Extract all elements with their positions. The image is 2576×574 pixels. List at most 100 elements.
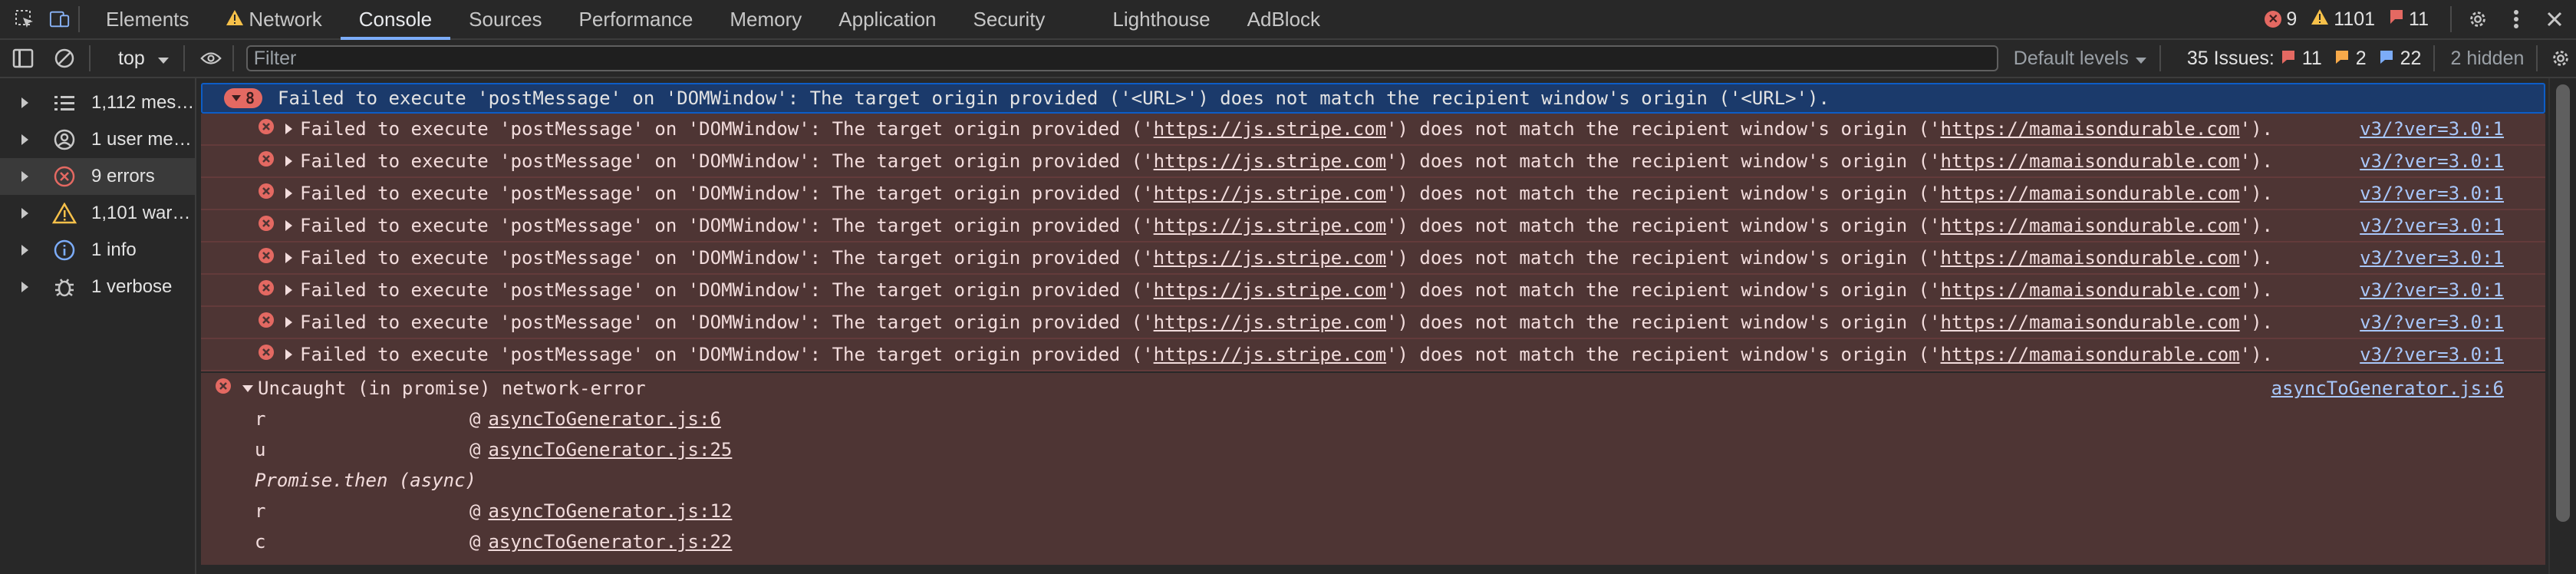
stack-function: u [255, 439, 266, 460]
console-sidebar: 1,112 mes… 1 user me… 9 errors 1,101 war… [0, 78, 196, 574]
expand-arrow-icon[interactable] [21, 282, 28, 292]
source-link[interactable]: v3/?ver=3.0:1 [2360, 215, 2504, 236]
tab-memory[interactable]: Memory [711, 0, 820, 38]
error-text-post: '). [2239, 118, 2273, 140]
source-link[interactable]: v3/?ver=3.0:1 [2360, 247, 2504, 269]
origin-link[interactable]: https://js.stripe.com [1154, 118, 1386, 140]
error-icon [258, 247, 275, 269]
recipient-link[interactable]: https://mamaisondurable.com [1941, 150, 2240, 172]
log-levels-dropdown[interactable]: Default levels [2014, 48, 2147, 70]
recipient-link[interactable]: https://mamaisondurable.com [1941, 344, 2240, 365]
repeat-count-badge: 8 [224, 88, 263, 108]
error-text-post: '). [2239, 150, 2273, 172]
origin-link[interactable]: https://js.stripe.com [1154, 247, 1386, 269]
tab-security[interactable]: Security [955, 0, 1064, 38]
source-link[interactable]: v3/?ver=3.0:1 [2360, 183, 2504, 204]
error-text-mid: ') does not match the recipient window's… [1386, 150, 1941, 172]
expand-triangle-icon[interactable] [285, 317, 292, 328]
source-link[interactable]: v3/?ver=3.0:1 [2360, 312, 2504, 333]
console-settings-gear-icon[interactable] [2550, 48, 2571, 69]
expand-triangle-icon[interactable] [242, 384, 253, 392]
expand-arrow-icon[interactable] [21, 208, 28, 219]
expand-triangle-icon[interactable] [285, 285, 292, 295]
recipient-link[interactable]: https://mamaisondurable.com [1941, 183, 2240, 204]
console-error-row[interactable]: Failed to execute 'postMessage' on 'DOMW… [201, 307, 2545, 339]
tab-application[interactable]: Application [820, 0, 954, 38]
source-link[interactable]: v3/?ver=3.0:1 [2360, 279, 2504, 301]
console-error-row[interactable]: Failed to execute 'postMessage' on 'DOMW… [201, 210, 2545, 242]
live-expression-eye-icon[interactable] [200, 48, 222, 69]
expand-triangle-icon[interactable] [285, 252, 292, 263]
tab-adblock[interactable]: AdBlock [1229, 0, 1339, 38]
close-icon[interactable] [2544, 8, 2565, 30]
stack-location-link[interactable]: asyncToGenerator.js:6 [488, 408, 720, 430]
sidebar-item-warnings[interactable]: 1,101 war… [0, 195, 195, 232]
origin-link[interactable]: https://js.stripe.com [1154, 344, 1386, 365]
source-link[interactable]: v3/?ver=3.0:1 [2360, 118, 2504, 140]
error-text-post: '). [2239, 312, 2273, 333]
console-error-row[interactable]: Failed to execute 'postMessage' on 'DOMW… [201, 339, 2545, 371]
origin-link[interactable]: https://js.stripe.com [1154, 183, 1386, 204]
expand-triangle-icon[interactable] [285, 220, 292, 231]
recipient-link[interactable]: https://mamaisondurable.com [1941, 279, 2240, 301]
sidebar-item-messages[interactable]: 1,112 mes… [0, 84, 195, 121]
filter-input[interactable]: Filter [245, 45, 1998, 71]
expand-arrow-icon[interactable] [21, 171, 28, 182]
inspect-element-icon[interactable] [14, 8, 35, 30]
recipient-link[interactable]: https://mamaisondurable.com [1941, 247, 2240, 269]
clear-console-icon[interactable] [54, 48, 75, 69]
sidebar-item-user-messages[interactable]: 1 user me… [0, 121, 195, 158]
stack-frame: u @ asyncToGenerator.js:25 [201, 434, 2545, 465]
error-counter[interactable]: ✕ 9 [2265, 8, 2297, 31]
expand-triangle-icon[interactable] [285, 124, 292, 134]
console-error-row[interactable]: Failed to execute 'postMessage' on 'DOMW… [201, 275, 2545, 307]
more-options-icon[interactable] [2505, 8, 2527, 30]
warning-icon [51, 200, 77, 226]
device-toolbar-icon[interactable] [49, 8, 71, 30]
warning-counter[interactable]: 1101 [2311, 8, 2375, 31]
origin-link[interactable]: https://js.stripe.com [1154, 279, 1386, 301]
console-error-row[interactable]: Failed to execute 'postMessage' on 'DOMW… [201, 242, 2545, 275]
recipient-link[interactable]: https://mamaisondurable.com [1941, 312, 2240, 333]
sidebar-item-errors[interactable]: 9 errors [0, 158, 195, 195]
tab-performance[interactable]: Performance [561, 0, 712, 38]
console-scrollbar[interactable] [2548, 78, 2576, 574]
source-link[interactable]: v3/?ver=3.0:1 [2360, 150, 2504, 172]
source-link[interactable]: v3/?ver=3.0:1 [2360, 344, 2504, 365]
origin-link[interactable]: https://js.stripe.com [1154, 150, 1386, 172]
expand-triangle-icon[interactable] [285, 156, 292, 167]
tab-lighthouse[interactable]: Lighthouse [1094, 0, 1228, 38]
stack-location-link[interactable]: asyncToGenerator.js:12 [488, 500, 732, 522]
uncaught-error-header[interactable]: Uncaught (in promise) network-error asyn… [201, 373, 2545, 404]
sidebar-toggle-icon[interactable] [12, 48, 34, 69]
grouped-message-header[interactable]: 8 Failed to execute 'postMessage' on 'DO… [201, 83, 2545, 114]
origin-link[interactable]: https://js.stripe.com [1154, 215, 1386, 236]
tab-console[interactable]: Console [340, 0, 451, 40]
context-selector[interactable]: top [118, 48, 170, 70]
settings-gear-icon[interactable] [2467, 8, 2489, 30]
source-link[interactable]: asyncToGenerator.js:6 [2271, 378, 2504, 399]
expand-arrow-icon[interactable] [21, 134, 28, 145]
issues-counter[interactable]: 11 [2389, 8, 2429, 31]
console-error-row[interactable]: Failed to execute 'postMessage' on 'DOMW… [201, 114, 2545, 146]
console-error-row[interactable]: Failed to execute 'postMessage' on 'DOMW… [201, 146, 2545, 178]
expand-triangle-icon[interactable] [285, 349, 292, 360]
scrollbar-thumb[interactable] [2556, 84, 2570, 522]
context-label: top [118, 47, 145, 69]
stack-location-link[interactable]: asyncToGenerator.js:25 [488, 439, 732, 460]
tab-network[interactable]: Network [207, 0, 340, 38]
expand-arrow-icon[interactable] [21, 245, 28, 256]
stack-location-link[interactable]: asyncToGenerator.js:22 [488, 531, 732, 553]
sidebar-item-info[interactable]: 1 info [0, 232, 195, 269]
expand-arrow-icon[interactable] [21, 97, 28, 108]
counter-divider [2450, 6, 2452, 32]
sidebar-item-verbose[interactable]: 1 verbose [0, 269, 195, 305]
origin-link[interactable]: https://js.stripe.com [1154, 312, 1386, 333]
issues-link[interactable]: 35 Issues: 11 2 22 [2187, 48, 2422, 70]
recipient-link[interactable]: https://mamaisondurable.com [1941, 118, 2240, 140]
console-error-row[interactable]: Failed to execute 'postMessage' on 'DOMW… [201, 178, 2545, 210]
recipient-link[interactable]: https://mamaisondurable.com [1941, 215, 2240, 236]
tab-elements[interactable]: Elements [87, 0, 207, 38]
tab-sources[interactable]: Sources [450, 0, 560, 38]
expand-triangle-icon[interactable] [285, 188, 292, 199]
